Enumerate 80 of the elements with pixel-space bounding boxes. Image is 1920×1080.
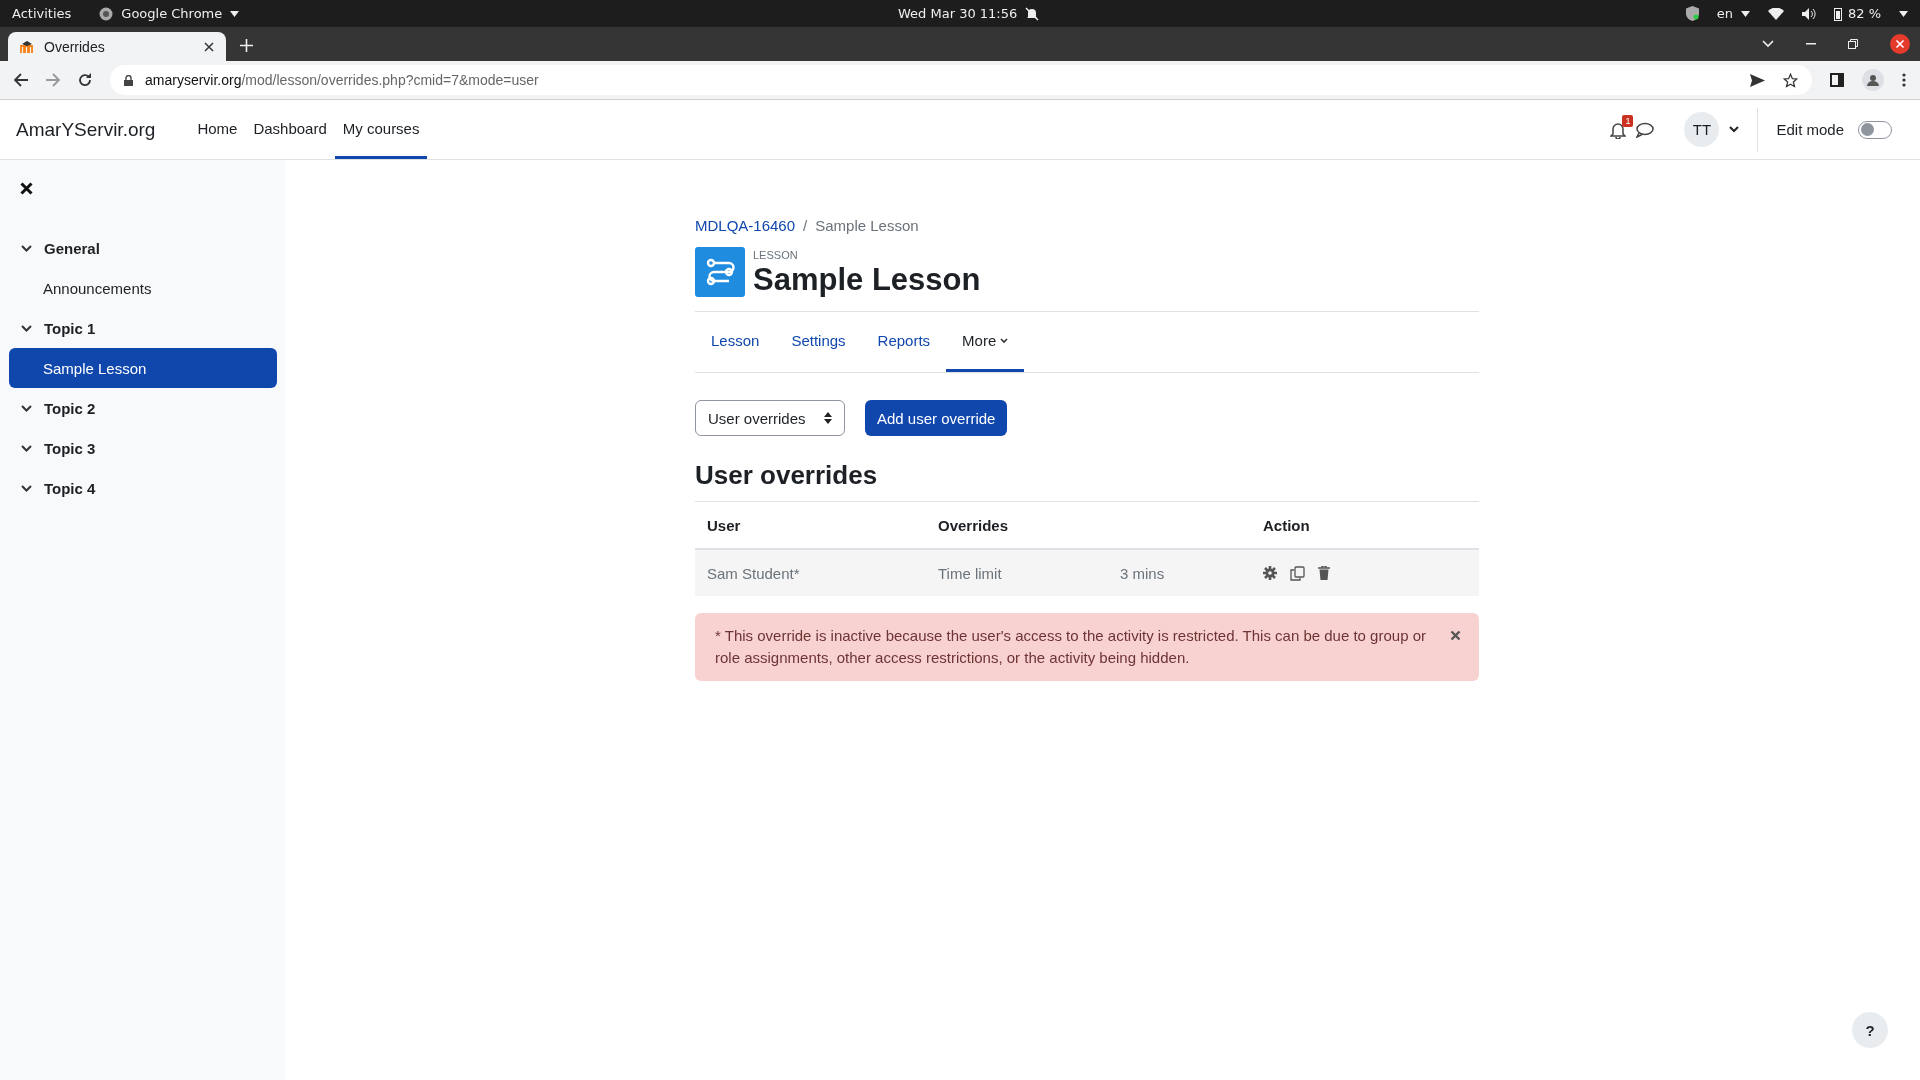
chrome-icon [99, 6, 114, 21]
course-section[interactable]: General [9, 228, 277, 268]
alert-message: * This override is inactive because the user's access to the activity is restricted. This can be due to group or role assignments, other access restrictions, or the activity being hidden. [715, 626, 1427, 669]
course-section[interactable]: Topic 1 [9, 308, 277, 348]
star-icon[interactable] [1783, 72, 1798, 88]
trash-icon[interactable] [1318, 566, 1330, 581]
kebab-menu-icon[interactable] [1902, 73, 1906, 87]
edit-mode-label: Edit mode [1776, 121, 1844, 138]
mode-select[interactable]: User overrides [695, 400, 845, 437]
site-name[interactable]: AmarYServir.org [16, 118, 156, 141]
minimize-icon[interactable] [1806, 43, 1816, 45]
address-field[interactable]: amaryservir.org/mod/lesson/overrides.php?cmid=7&mode=user [110, 65, 1812, 95]
app-menu[interactable]: Google Chrome [99, 6, 240, 21]
nav-tab[interactable]: Lesson [695, 312, 776, 373]
section-heading: User overrides [695, 460, 879, 492]
activities-button[interactable]: Activities [12, 6, 72, 21]
course-section[interactable]: Topic 4 [9, 468, 277, 508]
activity-link[interactable]: Announcements [9, 268, 277, 308]
breadcrumb-current: Sample Lesson [815, 217, 919, 234]
bell-icon[interactable] [1610, 120, 1627, 139]
table-cell-text: Sam Student* [706, 564, 801, 582]
speaker-icon [1801, 7, 1816, 20]
nav-tab[interactable]: More [946, 312, 1025, 373]
forward-arrow-icon[interactable] [46, 73, 60, 87]
column-header: User [706, 516, 742, 534]
caret-icon [230, 10, 240, 17]
chevron-down-icon[interactable] [21, 482, 32, 494]
lock-icon [124, 74, 133, 86]
language-menu[interactable]: en [1716, 6, 1750, 21]
breadcrumb-link[interactable]: MDLQA-16460 [695, 217, 796, 234]
wifi-icon [1767, 7, 1784, 20]
battery-icon [1833, 6, 1842, 21]
battery-percentage[interactable]: 82 % [1847, 6, 1881, 21]
caret-icon [1899, 10, 1908, 17]
chevron-down-icon[interactable] [21, 442, 32, 454]
browser-tab[interactable]: Overrides [8, 32, 226, 61]
copy-icon[interactable] [1290, 565, 1305, 581]
muted-bell-icon [1025, 6, 1040, 21]
breadcrumb-separator: / [803, 217, 808, 234]
activity-link[interactable]: Sample Lesson [9, 348, 277, 388]
column-header: Action [1263, 516, 1310, 534]
nav-tab[interactable]: Reports [861, 312, 947, 373]
new-tab-icon[interactable] [240, 39, 253, 52]
nav-link[interactable]: Home [189, 100, 246, 159]
back-arrow-icon[interactable] [14, 73, 28, 87]
send-icon[interactable] [1750, 73, 1765, 87]
nav-tab[interactable]: Settings [775, 312, 862, 373]
close-icon[interactable] [204, 41, 214, 52]
lesson-icon [695, 247, 745, 297]
sort-caret-icon [824, 412, 832, 425]
nav-link[interactable]: Dashboard [245, 100, 335, 159]
restore-icon[interactable] [1848, 39, 1858, 49]
chat-bubble-icon[interactable] [1636, 121, 1655, 138]
course-section[interactable]: Topic 2 [9, 388, 277, 428]
favicon-icon [20, 40, 34, 53]
close-icon[interactable] [20, 182, 33, 195]
clock[interactable]: Wed Mar 30 11:56 [898, 6, 1018, 21]
chevron-down-icon [1000, 337, 1009, 344]
column-header: Overrides [938, 516, 1010, 534]
chevron-down-icon[interactable] [21, 322, 32, 334]
activity-type-label: LESSON [753, 249, 799, 261]
user-avatar[interactable]: TT [1684, 112, 1720, 147]
close-icon[interactable] [1890, 34, 1910, 54]
page-title: Sample Lesson [753, 261, 981, 299]
chevron-down-icon[interactable] [21, 402, 32, 414]
caret-icon [1740, 10, 1750, 17]
gear-icon[interactable] [1263, 566, 1277, 581]
nav-link[interactable]: My courses [334, 100, 428, 159]
course-section[interactable]: Topic 3 [9, 428, 277, 468]
reload-icon[interactable] [78, 73, 92, 87]
chevron-down-icon[interactable] [1729, 126, 1740, 133]
add-override-button[interactable]: Add user override [865, 400, 1008, 437]
table-cell-text: 3 mins [1120, 564, 1166, 582]
help-button[interactable]: ? [1852, 1012, 1888, 1048]
table-cell-text: Time limit [938, 564, 1003, 582]
shield-icon [1685, 6, 1699, 21]
profile-icon[interactable] [1862, 69, 1884, 91]
notification-count: 1 [1622, 114, 1634, 127]
side-panel-icon[interactable] [1830, 73, 1844, 87]
chevron-down-icon[interactable] [21, 242, 32, 254]
